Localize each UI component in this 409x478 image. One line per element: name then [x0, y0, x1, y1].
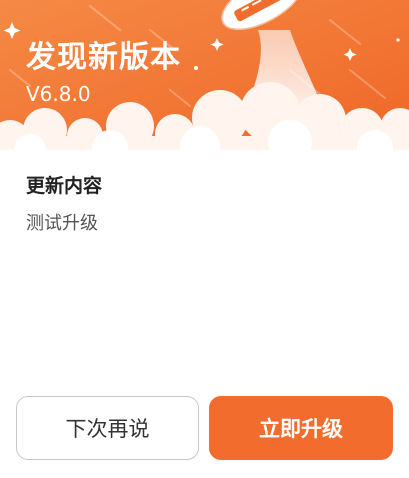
changelog-text: 测试升级 [26, 213, 98, 234]
version-number: V6.8.0 [26, 82, 91, 106]
header-background [0, 0, 409, 150]
update-header: 发现新版本 V6.8.0 [0, 0, 409, 150]
changelog-heading: 更新内容 [26, 175, 103, 197]
later-button[interactable]: 下次再说 [16, 396, 199, 460]
update-title: 发现新版本 [26, 40, 181, 75]
update-dialog: 发现新版本 V6.8.0 更新内容 测试升级 下次再说 立即升级 [0, 0, 409, 478]
upgrade-button[interactable]: 立即升级 [209, 396, 393, 460]
